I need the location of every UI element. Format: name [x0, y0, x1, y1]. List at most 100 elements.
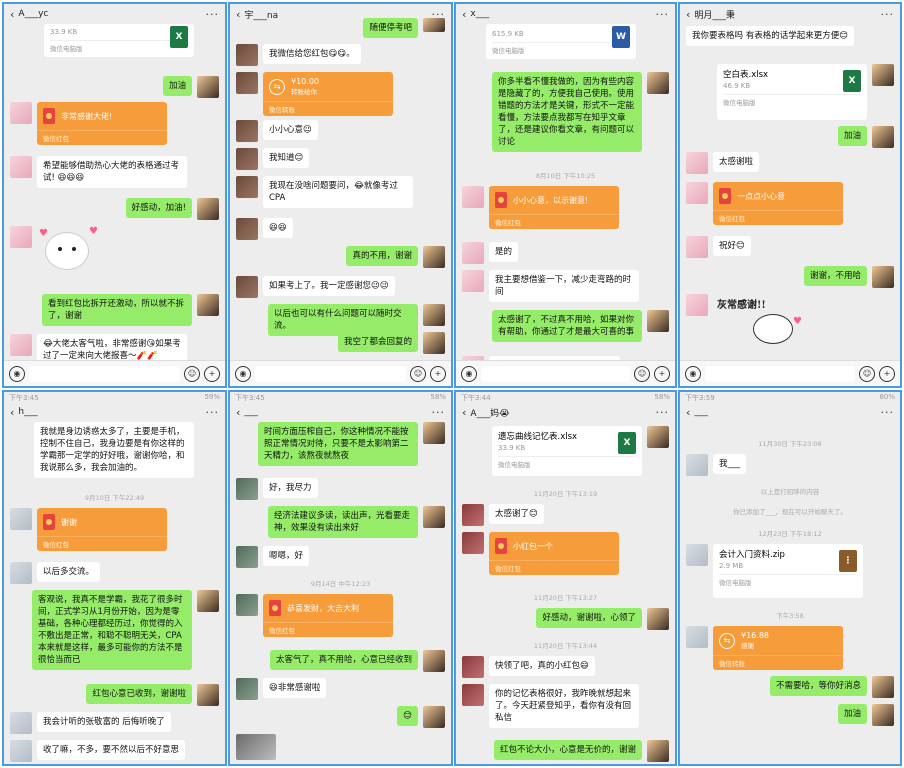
avatar[interactable]	[423, 650, 445, 672]
avatar[interactable]	[686, 294, 708, 316]
file-message[interactable]: 33.9 KB 微信电脑版 X	[44, 24, 219, 57]
avatar[interactable]	[197, 76, 219, 98]
voice-icon[interactable]: ◉	[235, 365, 251, 382]
back-arrow-icon[interactable]: ‹	[10, 8, 14, 21]
avatar[interactable]	[872, 266, 894, 288]
emoji-icon[interactable]: ☺	[410, 365, 426, 382]
avatar[interactable]	[423, 422, 445, 444]
avatar[interactable]	[462, 532, 484, 554]
avatar[interactable]	[236, 594, 258, 616]
avatar[interactable]	[462, 270, 484, 292]
avatar[interactable]	[423, 506, 445, 528]
avatar[interactable]	[686, 626, 708, 648]
avatar[interactable]	[872, 704, 894, 726]
red-packet[interactable]: 小红包一个 微信红包	[489, 532, 619, 575]
back-arrow-icon[interactable]: ‹	[236, 406, 240, 419]
message-input[interactable]	[255, 365, 406, 382]
avatar[interactable]	[236, 72, 258, 94]
avatar[interactable]	[872, 64, 894, 86]
more-icon[interactable]: ···	[656, 8, 670, 21]
avatar[interactable]	[423, 304, 445, 326]
avatar[interactable]	[462, 656, 484, 678]
message-input[interactable]	[481, 365, 630, 382]
avatar[interactable]	[197, 590, 219, 612]
avatar[interactable]	[10, 508, 32, 530]
message-input[interactable]	[705, 365, 855, 382]
avatar[interactable]	[236, 678, 258, 700]
avatar[interactable]	[10, 740, 32, 762]
avatar[interactable]	[647, 426, 669, 448]
avatar[interactable]	[10, 712, 32, 734]
back-arrow-icon[interactable]: ‹	[462, 406, 466, 419]
avatar[interactable]	[236, 148, 258, 170]
avatar[interactable]	[10, 334, 32, 356]
more-icon[interactable]: ···	[432, 406, 446, 419]
avatar[interactable]	[236, 44, 258, 66]
avatar[interactable]	[236, 176, 258, 198]
avatar[interactable]	[10, 226, 32, 248]
red-packet[interactable]: 小小心意，以示谢意! 微信红包	[489, 186, 619, 229]
voice-icon[interactable]: ◉	[685, 365, 701, 382]
transfer-card[interactable]: ⇆ ¥16.88 感谢 微信转账	[713, 626, 843, 670]
avatar[interactable]	[423, 246, 445, 268]
avatar[interactable]	[236, 120, 258, 142]
voice-icon[interactable]: ◉	[9, 365, 25, 382]
avatar[interactable]	[236, 276, 258, 298]
avatar[interactable]	[647, 310, 669, 332]
red-packet[interactable]: 谢谢 微信红包	[37, 508, 167, 551]
more-icon[interactable]: ···	[656, 406, 670, 419]
more-icon[interactable]: ···	[206, 8, 220, 21]
avatar[interactable]	[236, 218, 258, 240]
avatar[interactable]	[197, 294, 219, 316]
voice-icon[interactable]: ◉	[461, 365, 477, 382]
avatar[interactable]	[423, 18, 445, 32]
avatar[interactable]	[10, 562, 32, 584]
transfer-card[interactable]: ⇆ ¥10.00 转账给你 微信转账	[263, 72, 393, 116]
file-card[interactable]: 615.9 KB 微信电脑版 W	[486, 24, 636, 59]
emoji-icon[interactable]: ☺	[634, 365, 650, 382]
emoji-icon[interactable]: ☺	[859, 365, 875, 382]
file-card[interactable]: 33.9 KB 微信电脑版 X	[44, 24, 194, 57]
message-input[interactable]	[29, 365, 180, 382]
red-packet[interactable]: 一点点小心意 微信红包	[713, 182, 843, 225]
back-arrow-icon[interactable]: ‹	[686, 406, 690, 419]
avatar[interactable]	[647, 608, 669, 630]
avatar[interactable]	[872, 126, 894, 148]
avatar[interactable]	[462, 186, 484, 208]
avatar[interactable]	[236, 546, 258, 568]
more-icon[interactable]: ···	[881, 8, 895, 21]
avatar[interactable]	[462, 684, 484, 706]
photo-thumbnail[interactable]	[236, 734, 276, 760]
more-icon[interactable]: ···	[881, 406, 895, 419]
plus-icon[interactable]: +	[430, 365, 446, 382]
avatar[interactable]	[462, 504, 484, 526]
avatar[interactable]	[197, 684, 219, 706]
more-icon[interactable]: ···	[206, 406, 220, 419]
avatar[interactable]	[686, 544, 708, 566]
avatar[interactable]	[10, 102, 32, 124]
red-packet[interactable]: 恭喜发财，大吉大利 微信红包	[263, 594, 393, 637]
plus-icon[interactable]: +	[204, 365, 220, 382]
avatar[interactable]	[647, 740, 669, 762]
avatar[interactable]	[872, 676, 894, 698]
plus-icon[interactable]: +	[879, 365, 895, 382]
red-packet[interactable]: 非常感谢大佬! 微信红包	[37, 102, 167, 145]
avatar[interactable]	[462, 242, 484, 264]
avatar[interactable]	[236, 478, 258, 500]
avatar[interactable]	[686, 454, 708, 476]
file-card[interactable]: 遗忘曲线记忆表.xlsx 33.9 KB 微信电脑版 X	[492, 426, 642, 476]
file-message[interactable]: 615.9 KB 微信电脑版 W	[486, 24, 669, 59]
plus-icon[interactable]: +	[654, 365, 670, 382]
file-card[interactable]: 空白表.xlsx 46.9 KB 微信电脑版 X	[717, 64, 867, 120]
avatar[interactable]	[686, 152, 708, 174]
back-arrow-icon[interactable]: ‹	[10, 406, 14, 419]
avatar[interactable]	[686, 236, 708, 258]
back-arrow-icon[interactable]: ‹	[462, 8, 466, 21]
avatar[interactable]	[197, 198, 219, 220]
avatar[interactable]	[647, 72, 669, 94]
avatar[interactable]	[686, 182, 708, 204]
emoji-icon[interactable]: ☺	[184, 365, 200, 382]
file-card[interactable]: 会计入门资料.zip 2.9 MB 微信电脑版 ⋮	[713, 544, 863, 598]
avatar[interactable]	[423, 332, 445, 354]
back-arrow-icon[interactable]: ‹	[686, 8, 690, 21]
